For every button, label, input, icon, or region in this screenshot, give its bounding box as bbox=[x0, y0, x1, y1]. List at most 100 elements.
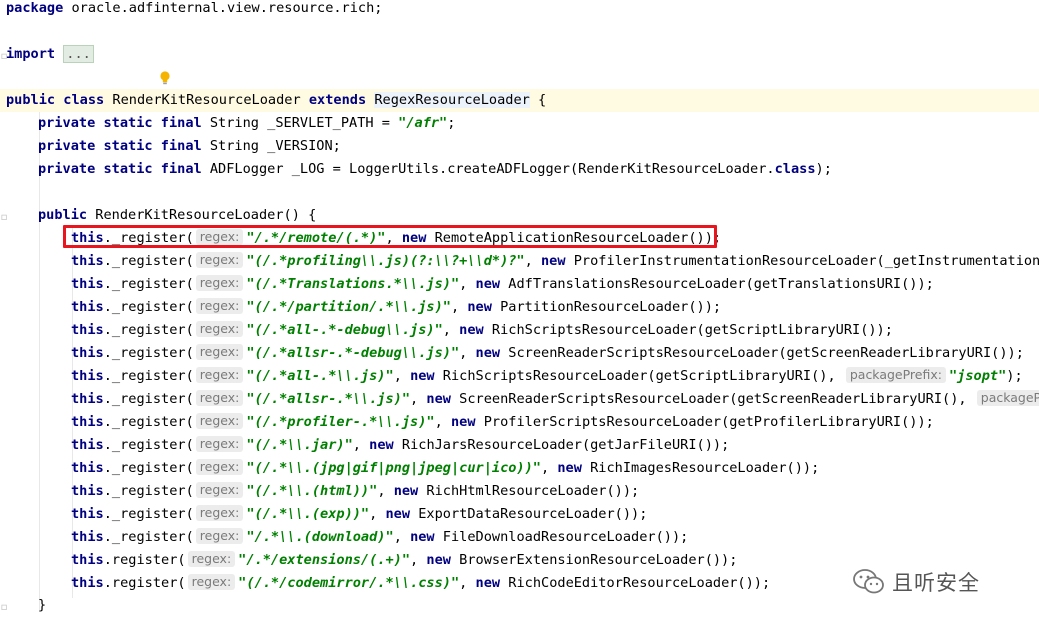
modifiers: private static final bbox=[38, 115, 202, 131]
keyword-new: new bbox=[369, 437, 394, 453]
keyword-this: this bbox=[71, 391, 104, 407]
keyword-this: this bbox=[71, 483, 104, 499]
code-line-field[interactable]: private static final String _SERVLET_PAT… bbox=[0, 112, 1039, 135]
constructor-call: ScreenReaderScriptsResourceLoader(getScr… bbox=[450, 391, 975, 407]
code-line-register[interactable]: this._register(regex: "(/.*allsr-.*\\.js)… bbox=[0, 388, 1039, 411]
modifiers: private static final bbox=[38, 161, 202, 177]
keyword-this: this bbox=[71, 345, 104, 361]
code-line-class[interactable]: public class RenderKitResourceLoader ext… bbox=[0, 89, 1039, 112]
regex-string: "(/.*Translations.*\\.js)" bbox=[246, 276, 460, 292]
method-call: ._register( bbox=[103, 368, 194, 384]
param-hint: packagePrefix: bbox=[976, 390, 1039, 406]
regex-string: "(/.*all-.*-debug\\.js)" bbox=[246, 322, 443, 338]
keyword-new: new bbox=[459, 322, 484, 338]
constructor-call: RichImagesResourceLoader()); bbox=[581, 460, 820, 476]
regex-string: "(/.*allsr-.*-debug\\.js)" bbox=[246, 345, 460, 361]
keyword: import bbox=[6, 46, 56, 62]
method-call: ._register( bbox=[103, 437, 194, 453]
constructor-call: ProfilerInstrumentationResourceLoader(_g… bbox=[565, 253, 1039, 269]
semicolon: ; bbox=[332, 138, 341, 154]
code-line-import[interactable]: ▫ import ... bbox=[0, 43, 1039, 66]
param-hint: packagePrefix: bbox=[845, 367, 946, 383]
code-line-register[interactable]: this._register(regex: "/.*\\.(download)",… bbox=[0, 526, 1039, 549]
field-type: ADFLogger bbox=[201, 161, 292, 177]
code-line-register[interactable]: this._register(regex: "(/.*\\.(exp))", ne… bbox=[0, 503, 1039, 526]
code-line-register[interactable]: this._register(regex: "(/.*\\.(jpg|gif|pn… bbox=[0, 457, 1039, 480]
constructor-call: BrowserExtensionResourceLoader()); bbox=[450, 552, 738, 568]
param-hint: regex: bbox=[195, 252, 244, 268]
field-type: String bbox=[201, 138, 268, 154]
keyword-this: this bbox=[71, 575, 104, 591]
keyword-this: this bbox=[71, 506, 104, 522]
method-call: ._register( bbox=[103, 506, 194, 522]
class-name: RenderKitResourceLoader bbox=[112, 92, 301, 108]
param-hint: regex: bbox=[195, 436, 244, 452]
lightbulb-icon[interactable] bbox=[159, 70, 171, 86]
param-hint: regex: bbox=[195, 321, 244, 337]
param-hint: regex: bbox=[195, 505, 244, 521]
param-hint: regex: bbox=[195, 275, 244, 291]
regex-string: "(/.*/codemirror/.*\\.css)" bbox=[238, 575, 460, 591]
constructor-call: FileDownloadResourceLoader()); bbox=[434, 529, 689, 545]
code-line-register[interactable]: this._register(regex: "(/.*all-.*-debug\\… bbox=[0, 319, 1039, 342]
constructor-call: RichScriptsResourceLoader(getScriptLibra… bbox=[483, 322, 893, 338]
code-line-register[interactable]: this._register(regex: "(/.*Translations.*… bbox=[0, 273, 1039, 296]
regex-string: "(/.*\\.(jpg|gif|png|jpeg|cur|ico))" bbox=[246, 460, 541, 476]
keyword-new: new bbox=[475, 345, 501, 361]
param-hint: regex: bbox=[195, 528, 244, 544]
watermark-text: 且听安全 bbox=[892, 571, 980, 595]
keyword-this: this bbox=[71, 437, 104, 453]
code-line-register[interactable]: this._register(regex: "(/.*\\.jar)", new … bbox=[0, 434, 1039, 457]
keyword: public bbox=[6, 92, 56, 108]
code-line-register[interactable]: this._register(regex: "(/.*\\.(html))", n… bbox=[0, 480, 1039, 503]
regex-string: "(/.*profiler-.*\\.js)" bbox=[246, 414, 435, 430]
method-call: ._register( bbox=[103, 299, 194, 315]
modifiers: private static final bbox=[38, 138, 202, 154]
regex-string: "/.*/extensions/(.+)" bbox=[238, 552, 411, 568]
fold-marker-icon[interactable]: ▫ bbox=[0, 596, 8, 615]
regex-string: "(/.*\\.(exp))" bbox=[246, 506, 370, 522]
code-line-register[interactable]: this._register(regex: "(/.*/partition/.*\… bbox=[0, 296, 1039, 319]
code-editor[interactable]: package oracle.adfinternal.view.resource… bbox=[0, 0, 1039, 627]
code-line-field[interactable]: private static final String _VERSION; bbox=[0, 135, 1039, 158]
keyword-new: new bbox=[467, 299, 492, 315]
call-end: ); bbox=[1006, 368, 1023, 384]
fold-marker-icon[interactable]: ▫ bbox=[0, 206, 8, 225]
string-literal: "/afr" bbox=[398, 115, 448, 131]
code-line-register[interactable]: this._register(regex: "(/.*allsr-.*-debug… bbox=[0, 342, 1039, 365]
code-line-field[interactable]: private static final ADFLogger _LOG = Lo… bbox=[0, 158, 1039, 181]
code-line-register[interactable]: this._register(regex: "(/.*profiling\\.js… bbox=[0, 250, 1039, 273]
keyword-new: new bbox=[475, 575, 501, 591]
keyword-new: new bbox=[410, 368, 435, 384]
param-hint: regex: bbox=[195, 390, 244, 406]
semicolon: ); bbox=[815, 161, 832, 177]
constructor-call: ExportDataResourceLoader()); bbox=[410, 506, 648, 522]
keyword-this: this bbox=[71, 276, 104, 292]
keyword-this: this bbox=[71, 552, 104, 568]
method-call: ._register( bbox=[103, 414, 194, 430]
field-name: _SERVLET_PATH bbox=[267, 115, 374, 131]
constructor-call: RichHtmlResourceLoader()); bbox=[418, 483, 640, 499]
param-hint: regex: bbox=[195, 482, 244, 498]
keyword-new: new bbox=[557, 460, 582, 476]
keyword-new: new bbox=[410, 529, 435, 545]
highlight-box bbox=[63, 225, 717, 248]
keyword: package bbox=[6, 0, 64, 16]
field-name: _VERSION bbox=[267, 138, 333, 154]
keyword-this: this bbox=[71, 529, 104, 545]
code-line-register[interactable]: this._register(regex: "(/.*profiler-.*\\.… bbox=[0, 411, 1039, 434]
parent-class[interactable]: RegexResourceLoader bbox=[374, 92, 530, 108]
folded-imports[interactable]: ... bbox=[63, 45, 94, 63]
method-call: ._register( bbox=[103, 529, 194, 545]
code-line-register[interactable]: this._register(regex: "(/.*all-.*\\.js)",… bbox=[0, 365, 1039, 388]
param-hint: regex: bbox=[187, 574, 236, 590]
brace: } bbox=[38, 597, 47, 613]
constructor-call: RichJarsResourceLoader(getJarFileURI()); bbox=[393, 437, 730, 453]
code-line-package[interactable]: package oracle.adfinternal.view.resource… bbox=[0, 0, 1039, 20]
param-hint: regex: bbox=[195, 459, 244, 475]
constructor-call: ScreenReaderScriptsResourceLoader(getScr… bbox=[500, 345, 1024, 361]
method-call: ._register( bbox=[103, 322, 194, 338]
code-line-constructor[interactable]: ▫ public RenderKitResourceLoader() { bbox=[0, 204, 1039, 227]
field-type: String bbox=[201, 115, 268, 131]
keyword-new: new bbox=[385, 506, 411, 522]
